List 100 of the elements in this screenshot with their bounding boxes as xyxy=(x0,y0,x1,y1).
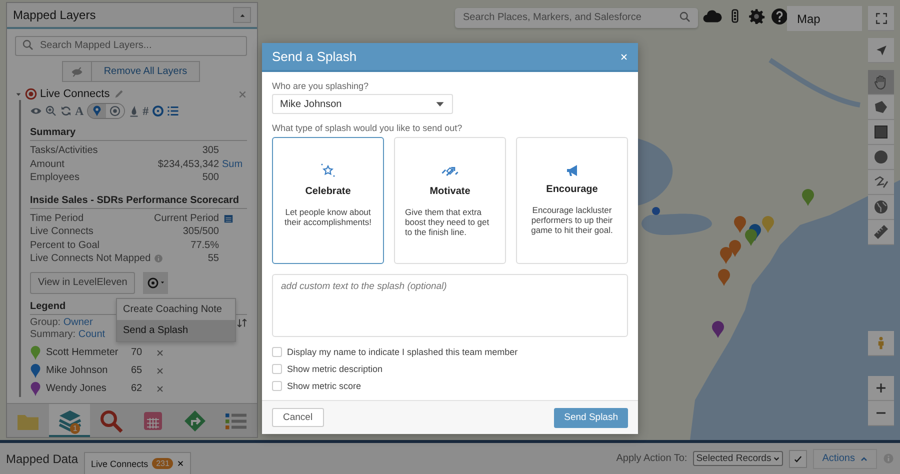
row-label: Percent to Goal xyxy=(30,238,100,252)
checkbox[interactable] xyxy=(272,347,282,358)
legend-name: Scott Hemmeter xyxy=(46,347,120,358)
info-icon xyxy=(154,254,163,264)
close-icon xyxy=(620,52,628,61)
row-value: 77.5% xyxy=(190,238,219,252)
legend-count: 62 xyxy=(131,383,144,394)
splash-type-card[interactable]: Motivate Give them that extra boost they need to get to the finish line. xyxy=(394,137,506,264)
map-pin[interactable] xyxy=(712,321,724,338)
pin-icon xyxy=(90,105,103,117)
zoom-out-button[interactable] xyxy=(868,401,894,426)
list-icon xyxy=(166,105,179,117)
remove-icon xyxy=(156,384,164,392)
rectangle-icon xyxy=(873,124,889,140)
splash-type-card[interactable]: Celebrate Let people know about their accomplishments! xyxy=(272,137,384,264)
fullscreen-icon xyxy=(874,12,888,24)
place-search-field[interactable]: Search Places, Markers, and Salesforce xyxy=(455,8,698,28)
tool-glyph[interactable]: # xyxy=(142,104,149,118)
checkbox[interactable] xyxy=(272,364,282,374)
plus-icon xyxy=(875,382,887,394)
zoom-in-button[interactable] xyxy=(868,376,894,401)
chevron-icon xyxy=(860,454,868,462)
row-label: Live Connects Not Mapped xyxy=(30,252,151,266)
close-button[interactable] xyxy=(620,52,628,61)
info-icon xyxy=(883,453,894,464)
map-tool-button[interactable] xyxy=(868,145,894,170)
mapped-data-title: Mapped Data xyxy=(6,452,78,466)
row-value: 500 xyxy=(202,171,219,184)
row-label: Tasks/Activities xyxy=(30,144,99,158)
sum-link[interactable]: Sum xyxy=(219,158,247,171)
draw-icon xyxy=(873,174,889,190)
data-tab[interactable]: Live Connects 231 xyxy=(84,452,192,474)
megaphone-icon xyxy=(564,162,580,178)
search-icon xyxy=(22,39,34,51)
zoom-icon xyxy=(45,105,57,117)
map-pin[interactable] xyxy=(720,247,732,264)
row-value: $234,453,342 xyxy=(158,158,219,171)
menu-item[interactable]: Send a Splash xyxy=(117,320,235,340)
actions-button[interactable]: Actions xyxy=(813,448,877,468)
caret-icon xyxy=(238,12,246,18)
map-pin[interactable] xyxy=(745,229,757,246)
splash-type-card[interactable]: Encourage Encourage lackluster performers to up their game to hit their goal. xyxy=(516,137,628,264)
row-label: Employees xyxy=(30,171,80,184)
refresh-icon xyxy=(60,105,72,117)
apply-action-label: Apply Action To: xyxy=(616,453,688,464)
row-value: Current Period xyxy=(154,212,219,225)
chevron-icon xyxy=(773,455,780,462)
map-type-button[interactable]: Map xyxy=(787,6,862,31)
custom-text-field[interactable]: add custom text to the splash (optional) xyxy=(272,274,628,338)
circle-icon xyxy=(873,149,889,165)
recipient-label: Who are you splashing? xyxy=(272,81,370,92)
marker-mode-toggle[interactable] xyxy=(86,103,125,119)
layer-search-field[interactable]: Search Mapped Layers... xyxy=(15,36,247,56)
map-pin[interactable] xyxy=(729,240,741,257)
summary-by-text: Summary: Count xyxy=(30,328,106,340)
map-pin[interactable] xyxy=(802,189,814,206)
cancel-button[interactable]: Cancel xyxy=(272,408,324,428)
legend-name: Mike Johnson xyxy=(46,365,109,376)
row-label: Time Period xyxy=(30,212,84,225)
map-tool-button[interactable] xyxy=(868,70,894,95)
map-tool-button[interactable] xyxy=(868,195,894,220)
lake xyxy=(642,214,712,235)
nav-tab[interactable] xyxy=(215,404,258,437)
type-prompt: What type of splash would you like to send out? xyxy=(272,123,464,134)
nav-tab[interactable] xyxy=(90,404,132,437)
map-tool-button[interactable] xyxy=(868,170,894,195)
remove-all-layers-button[interactable]: Remove All Layers xyxy=(62,61,200,82)
section-title: Inside Sales - SDRs Performance Scorecard xyxy=(30,190,247,208)
eye-icon xyxy=(30,105,42,117)
calendar-icon xyxy=(223,212,234,224)
map-tool-button[interactable] xyxy=(868,220,894,245)
map-tool-button[interactable] xyxy=(868,95,894,120)
layer-name[interactable]: Live Connects xyxy=(40,88,110,100)
help-icon xyxy=(771,8,788,24)
apply-action-select[interactable]: Selected Records xyxy=(693,451,784,466)
map-pin[interactable] xyxy=(718,269,730,286)
view-in-leveleleven-button[interactable]: View in LevelEleven xyxy=(30,272,136,294)
map-tool-button[interactable] xyxy=(868,120,894,145)
recipient-select[interactable]: Mike Johnson xyxy=(272,94,453,114)
search-icon xyxy=(679,11,691,23)
street-view-button[interactable] xyxy=(868,331,894,356)
locate-button[interactable] xyxy=(868,38,894,63)
legend-count: 65 xyxy=(131,365,144,376)
checkbox[interactable] xyxy=(272,381,282,392)
fullscreen-button[interactable] xyxy=(868,6,894,31)
collapse-button[interactable] xyxy=(233,7,251,23)
close-icon xyxy=(177,460,184,467)
send-splash-button[interactable]: Send Splash xyxy=(554,408,628,428)
actions-dropdown-button[interactable] xyxy=(143,272,168,294)
target-icon xyxy=(108,105,121,117)
ring-icon xyxy=(152,105,164,117)
map-pin[interactable] xyxy=(734,216,746,233)
apply-button[interactable] xyxy=(789,450,808,468)
settings-icon xyxy=(748,8,765,24)
map-dot[interactable] xyxy=(652,207,660,215)
tool-glyph[interactable]: A xyxy=(75,104,84,118)
legend-name: Wendy Jones xyxy=(46,383,108,394)
menu-item[interactable]: Create Coaching Note xyxy=(117,298,235,320)
legend-title: Legend xyxy=(30,300,66,312)
caret-icon[interactable] xyxy=(15,90,22,98)
